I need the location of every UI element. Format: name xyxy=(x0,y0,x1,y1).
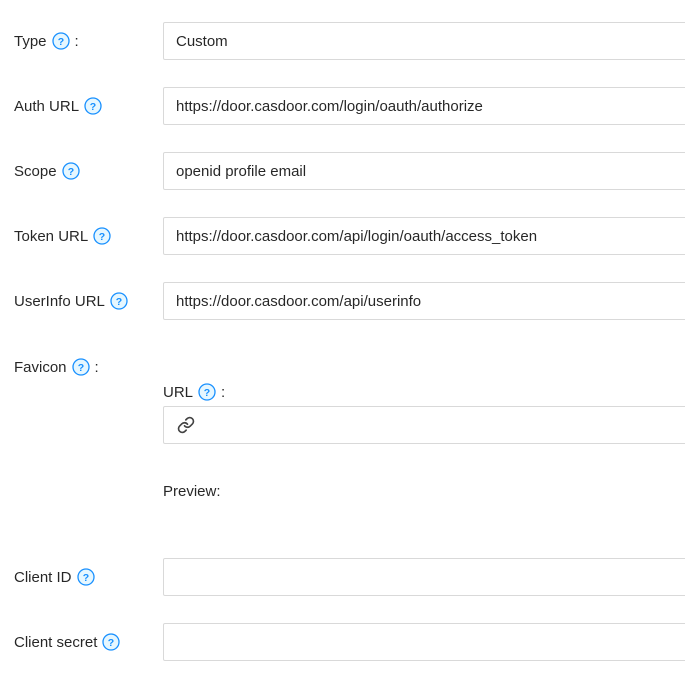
favicon-url-label: URL ? : xyxy=(163,382,225,402)
type-label: Type ? : xyxy=(14,22,79,60)
help-icon[interactable]: ? xyxy=(72,358,90,376)
client-secret-field xyxy=(163,623,685,661)
userinfo-url-field xyxy=(163,282,685,320)
client-id-field xyxy=(163,558,685,596)
help-icon[interactable]: ? xyxy=(77,568,95,586)
svg-text:?: ? xyxy=(116,296,122,308)
client-secret-label: Client secret ? xyxy=(14,623,125,661)
link-icon xyxy=(177,416,195,434)
userinfo-url-label: UserInfo URL ? xyxy=(14,282,133,320)
help-icon[interactable]: ? xyxy=(52,32,70,50)
token-url-label: Token URL ? xyxy=(14,217,116,255)
svg-text:?: ? xyxy=(77,362,83,374)
favicon-label: Favicon ? : xyxy=(14,348,99,386)
auth-url-field xyxy=(163,87,685,125)
svg-text:?: ? xyxy=(99,231,105,243)
help-icon[interactable]: ? xyxy=(102,633,120,651)
help-icon[interactable]: ? xyxy=(198,383,216,401)
svg-text:?: ? xyxy=(108,637,114,649)
favicon-url-field xyxy=(163,406,685,444)
favicon-url-input[interactable] xyxy=(195,407,685,443)
scope-input[interactable] xyxy=(164,153,685,189)
help-icon[interactable]: ? xyxy=(110,292,128,310)
help-icon[interactable]: ? xyxy=(84,97,102,115)
token-url-field xyxy=(163,217,685,255)
auth-url-label: Auth URL ? xyxy=(14,87,107,125)
scope-label: Scope ? xyxy=(14,152,85,190)
svg-text:?: ? xyxy=(204,387,210,399)
svg-text:?: ? xyxy=(67,166,73,178)
scope-field xyxy=(163,152,685,190)
provider-edit-form: Type ? : Custom Auth URL ? Scope ? Token… xyxy=(0,0,685,676)
svg-text:?: ? xyxy=(82,572,88,584)
client-id-label: Client ID ? xyxy=(14,558,100,596)
client-id-input[interactable] xyxy=(164,559,685,595)
auth-url-input[interactable] xyxy=(164,88,685,124)
type-select-value: Custom xyxy=(164,33,240,50)
favicon-preview-label: Preview: xyxy=(163,481,221,501)
userinfo-url-input[interactable] xyxy=(164,283,685,319)
client-secret-input[interactable] xyxy=(164,624,685,660)
help-icon[interactable]: ? xyxy=(93,227,111,245)
type-select[interactable]: Custom xyxy=(163,22,685,60)
svg-text:?: ? xyxy=(57,36,63,48)
token-url-input[interactable] xyxy=(164,218,685,254)
svg-text:?: ? xyxy=(90,101,96,113)
help-icon[interactable]: ? xyxy=(62,162,80,180)
